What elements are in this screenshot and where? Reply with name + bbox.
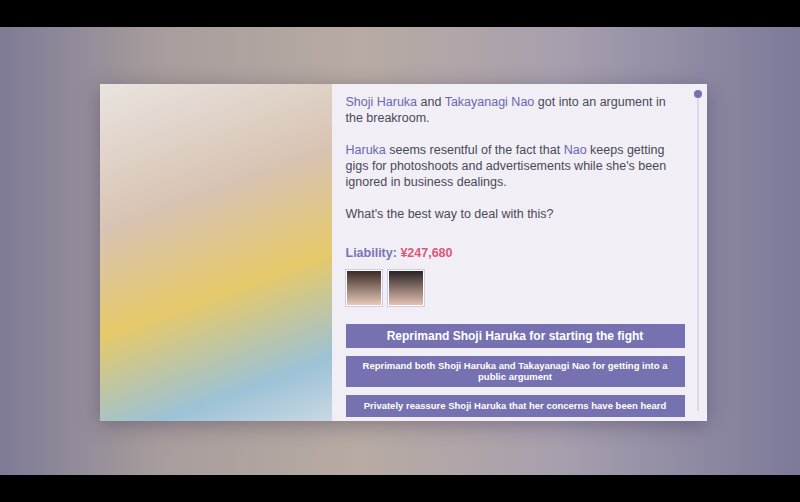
event-text: What's the best way to deal with this? bbox=[346, 206, 685, 222]
idol-name: Shoji Haruka bbox=[346, 95, 418, 109]
text: seems resentful of the fact that bbox=[386, 143, 564, 157]
bottom-letterbox bbox=[0, 475, 800, 502]
choice-button[interactable]: Reprimand Shoji Haruka for starting the … bbox=[346, 324, 685, 348]
event-text: Shoji Haruka and Takayanagi Nao got into… bbox=[346, 94, 685, 126]
idol-name: Nao bbox=[564, 143, 587, 157]
text: and bbox=[417, 95, 445, 109]
choice-list: Reprimand Shoji Haruka for starting the … bbox=[346, 324, 685, 417]
liability-amount: ¥247,680 bbox=[400, 246, 452, 260]
idol-portrait[interactable] bbox=[346, 270, 382, 306]
idol-name: Haruka bbox=[346, 143, 386, 157]
scroll-thumb[interactable] bbox=[694, 90, 702, 98]
idol-portrait[interactable] bbox=[388, 270, 424, 306]
game-screen: Shoji Haruka and Takayanagi Nao got into… bbox=[0, 0, 800, 502]
choice-button[interactable]: Reprimand both Shoji Haruka and Takayana… bbox=[346, 356, 685, 387]
liability: Liability: ¥247,680 bbox=[346, 246, 685, 260]
event-text: Haruka seems resentful of the fact that … bbox=[346, 142, 685, 190]
involved-idols bbox=[346, 270, 685, 306]
choice-button[interactable]: Privately reassure Shoji Haruka that her… bbox=[346, 395, 685, 417]
top-letterbox bbox=[0, 0, 800, 27]
event-panel: Shoji Haruka and Takayanagi Nao got into… bbox=[332, 84, 707, 421]
scrollbar[interactable] bbox=[697, 94, 699, 411]
text: What's the best way to deal with this? bbox=[346, 207, 554, 221]
background: Shoji Haruka and Takayanagi Nao got into… bbox=[0, 27, 800, 475]
idol-name: Takayanagi Nao bbox=[445, 95, 535, 109]
event-illustration bbox=[100, 84, 332, 421]
event-card: Shoji Haruka and Takayanagi Nao got into… bbox=[100, 84, 707, 421]
